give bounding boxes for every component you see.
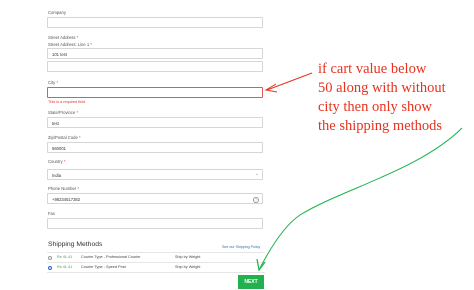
green-arrow-line [259, 127, 463, 269]
annotation-overlay [256, 72, 463, 272]
annotation-text: if cart value below 50 along with withou… [318, 61, 446, 134]
red-arrow-line [266, 72, 313, 91]
